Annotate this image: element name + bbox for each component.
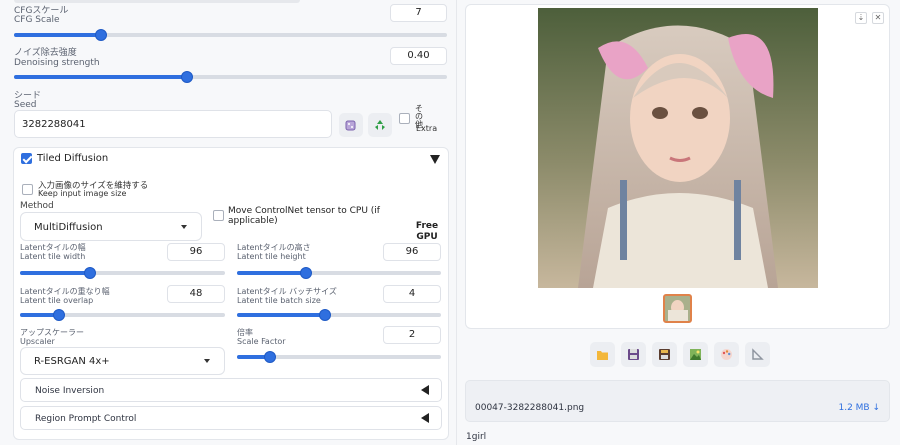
tile-width-label-en: Latent tile width: [20, 252, 86, 261]
generation-caption: 1girl: [466, 432, 487, 442]
free-gpu-button[interactable]: Free GPU: [412, 221, 442, 243]
dice-icon: [345, 120, 356, 131]
cfg-slider[interactable]: [14, 29, 447, 41]
generated-image[interactable]: [538, 8, 818, 288]
send-to-inpaint-button[interactable]: [714, 342, 739, 367]
upscaler-dropdown-value: R-ESRGAN 4x+: [34, 356, 110, 367]
upscaler-label-en: Upscaler: [20, 337, 55, 346]
denoise-slider[interactable]: [14, 71, 447, 83]
expand-triangle-icon: [421, 413, 429, 423]
expand-triangle-icon: [421, 385, 429, 395]
cfg-slider-thumb[interactable]: [94, 29, 107, 41]
chevron-down-icon: [181, 224, 187, 229]
move-controlnet-checkbox[interactable]: [213, 210, 224, 221]
batch-size-thumb[interactable]: [318, 309, 331, 321]
seed-label-en: Seed: [14, 100, 37, 110]
extra-label-en: Extra: [416, 124, 438, 133]
tile-overlap-label-en: Latent tile overlap: [20, 296, 94, 305]
output-toolbar: [590, 342, 770, 367]
batch-size-label-en: Latent tile batch size: [237, 296, 321, 305]
cfg-value-input[interactable]: 7: [390, 4, 447, 22]
save-icon: [628, 349, 639, 360]
close-icon[interactable]: ✕: [872, 12, 884, 24]
batch-size-slider[interactable]: [237, 309, 441, 321]
batch-size-input[interactable]: 4: [383, 285, 441, 303]
zip-button[interactable]: [652, 342, 677, 367]
method-label: Method: [20, 201, 54, 211]
extra-checkbox[interactable]: [399, 113, 410, 124]
scale-input[interactable]: 2: [383, 326, 441, 344]
method-dropdown[interactable]: MultiDiffusion: [20, 212, 202, 241]
dice-button[interactable]: [339, 113, 363, 137]
method-dropdown-value: MultiDiffusion: [34, 222, 103, 233]
scale-thumb[interactable]: [263, 351, 276, 363]
seed-input[interactable]: 3282288041: [14, 110, 332, 138]
tile-overlap-slider[interactable]: [20, 309, 225, 321]
move-controlnet-label: Move ControlNet tensor to CPU (if applic…: [228, 206, 380, 226]
portrait-illustration: [538, 8, 818, 288]
denoise-slider-thumb[interactable]: [181, 71, 194, 83]
tile-width-input[interactable]: 96: [167, 243, 225, 261]
denoise-value-input[interactable]: 0.40: [390, 47, 447, 65]
file-size-link[interactable]: 1.2 MB ↓: [838, 403, 880, 413]
chevron-down-icon: [204, 359, 210, 363]
image-icon: [690, 349, 701, 360]
send-to-extras-button[interactable]: [745, 342, 770, 367]
collapse-triangle-icon[interactable]: [430, 155, 440, 164]
region-prompt-label: Region Prompt Control: [35, 414, 137, 424]
tile-height-input[interactable]: 96: [383, 243, 441, 261]
tile-height-label-en: Latent tile height: [237, 252, 306, 261]
output-filename: 00047-3282288041.png: [475, 403, 585, 413]
open-folder-button[interactable]: [590, 342, 615, 367]
cfg-label-en: CFG Scale: [14, 15, 60, 25]
scale-slider[interactable]: [237, 351, 441, 363]
tiled-diffusion-title: Tiled Diffusion: [37, 153, 109, 164]
folder-icon: [597, 350, 608, 360]
save-button[interactable]: [621, 342, 646, 367]
tile-width-thumb[interactable]: [83, 267, 96, 279]
upscaler-dropdown[interactable]: R-ESRGAN 4x+: [20, 347, 225, 375]
recycle-icon: [375, 120, 385, 130]
palette-icon: [721, 349, 732, 360]
ruler-icon: [752, 348, 764, 360]
tile-height-slider[interactable]: [237, 267, 441, 279]
tile-width-slider[interactable]: [20, 267, 225, 279]
tile-overlap-thumb[interactable]: [52, 309, 65, 321]
send-to-img2img-button[interactable]: [683, 342, 708, 367]
noise-inversion-label: Noise Inversion: [35, 386, 105, 396]
thumbnail[interactable]: [663, 294, 692, 323]
region-prompt-accordion[interactable]: Region Prompt Control: [20, 406, 442, 430]
keep-size-label-en: Keep input image size: [38, 189, 127, 198]
zip-icon: [659, 349, 670, 360]
tiled-diffusion-enable-checkbox[interactable]: [21, 153, 32, 164]
column-divider: [456, 0, 457, 445]
tile-overlap-input[interactable]: 48: [167, 285, 225, 303]
noise-inversion-accordion[interactable]: Noise Inversion: [20, 378, 442, 402]
denoise-label-en: Denoising strength: [14, 58, 100, 68]
file-info-bar: 00047-3282288041.png 1.2 MB ↓: [465, 380, 890, 422]
download-icon[interactable]: ⇣: [855, 12, 867, 24]
keep-size-checkbox[interactable]: [22, 184, 33, 195]
reuse-seed-button[interactable]: [368, 113, 392, 137]
scale-label-en: Scale Factor: [237, 337, 286, 346]
denoise-label-jp: ノイズ除去強度: [14, 48, 77, 58]
scrolled-panel-edge: [14, 0, 300, 3]
